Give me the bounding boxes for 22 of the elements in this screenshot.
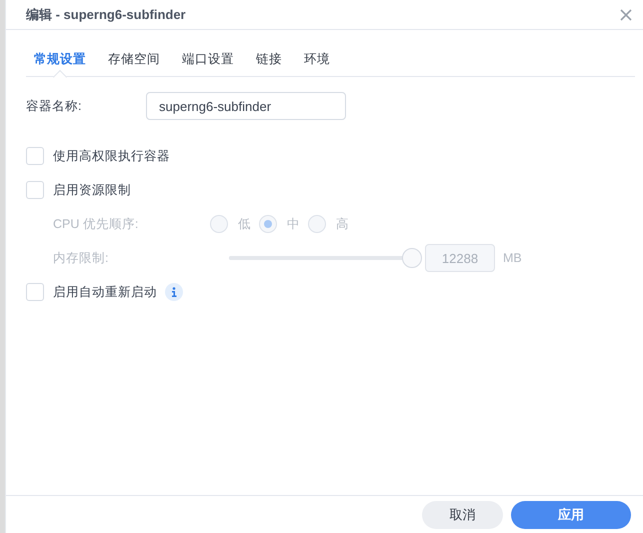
checkbox-label: 启用资源限制	[53, 182, 131, 198]
name-input-field[interactable]: superng6-subfinder	[146, 92, 346, 120]
checkbox-label: 启用自动重新启动	[53, 284, 157, 300]
field-label: CPU 优先顺序:	[53, 216, 140, 232]
field-label: 容器名称:	[26, 98, 82, 114]
close-button[interactable]	[619, 8, 633, 22]
tab[interactable]: 存储空间	[100, 42, 168, 76]
tab[interactable]: 端口设置	[174, 42, 242, 76]
field-label: 内存限制:	[53, 250, 110, 266]
close-icon	[619, 8, 633, 22]
checkbox-label: 使用高权限执行容器	[53, 148, 170, 164]
tab[interactable]: 链接	[248, 42, 290, 76]
checkbox[interactable]	[26, 283, 44, 301]
unit-label: MB	[503, 251, 522, 265]
window-title: 编辑 - superng6-subfinder	[26, 6, 186, 24]
radio-label: 低	[238, 216, 251, 232]
cancel-button[interactable]: 取消	[422, 500, 503, 528]
radio-label: 中	[287, 216, 300, 232]
checkbox[interactable]	[26, 147, 44, 165]
tab[interactable]: 环境	[296, 42, 338, 76]
radio-label: 高	[336, 216, 349, 232]
info-icon[interactable]	[165, 283, 183, 301]
